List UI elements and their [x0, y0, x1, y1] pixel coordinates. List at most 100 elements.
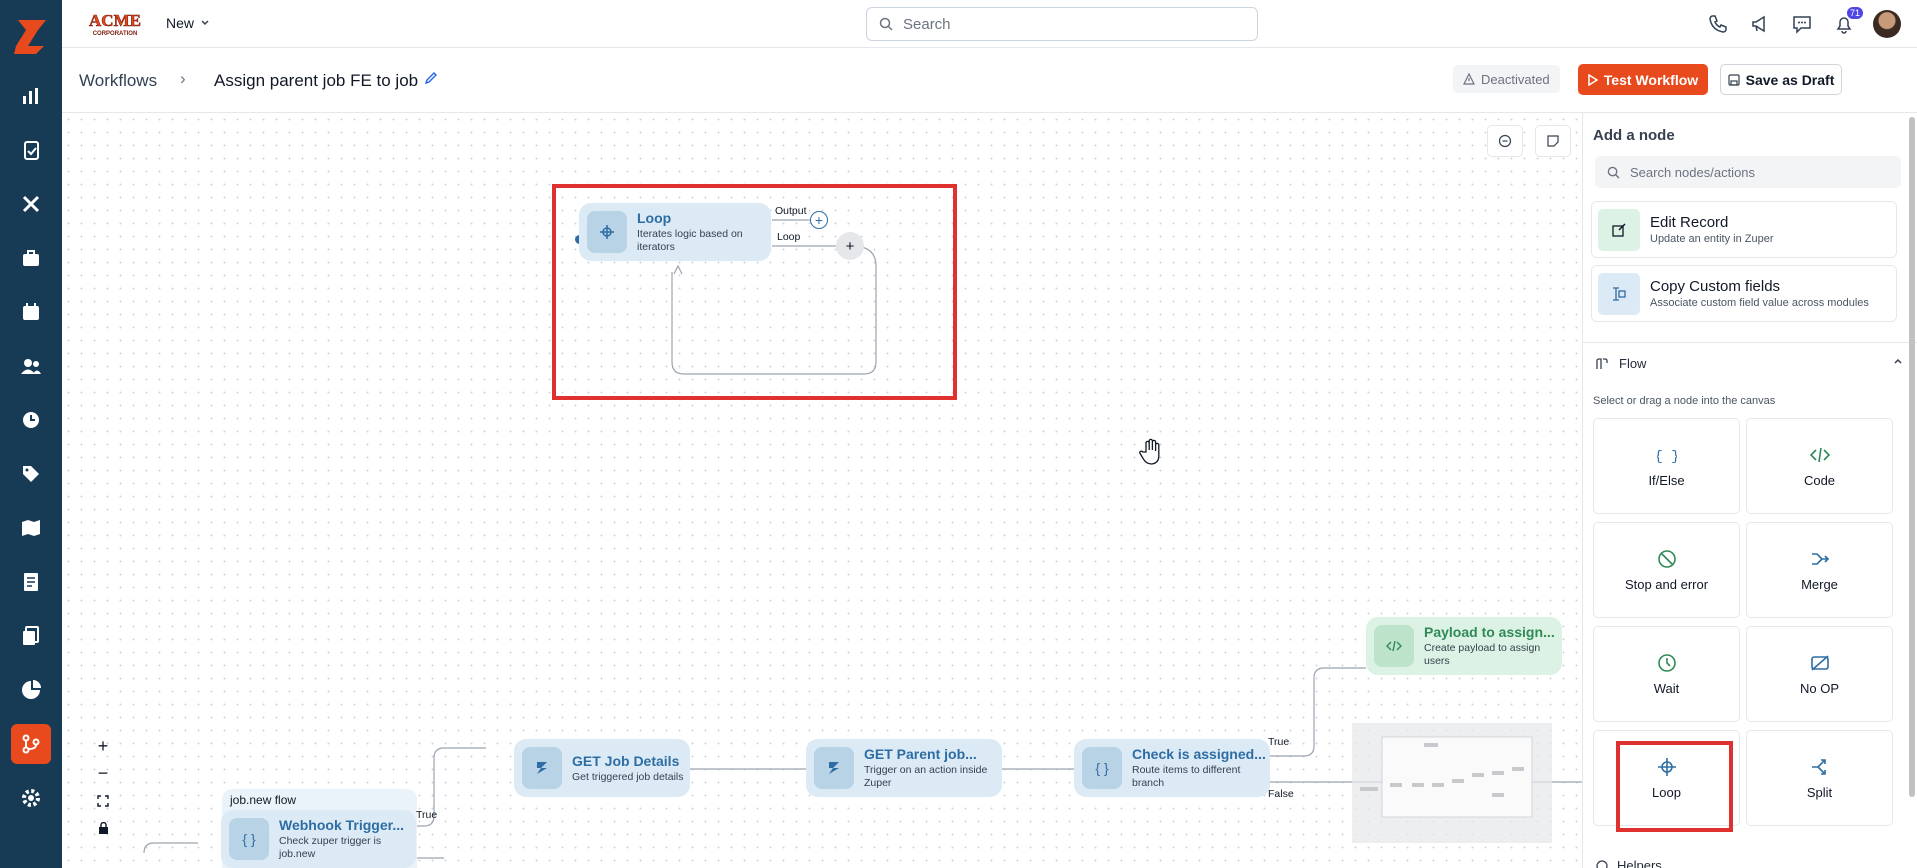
fit-view-icon[interactable] — [88, 787, 118, 814]
zuper-logo[interactable] — [12, 16, 50, 56]
global-search-input[interactable]: Search — [866, 7, 1258, 41]
workflow-canvas[interactable]: Loop Iterates logic based on iterators O… — [62, 113, 1582, 868]
flow-section-toggle[interactable]: Flow — [1595, 356, 1646, 371]
warning-icon — [1463, 73, 1475, 85]
node-search-input[interactable]: Search nodes/actions — [1595, 156, 1901, 188]
pencil-icon[interactable] — [424, 71, 438, 85]
no-op-icon — [1810, 654, 1829, 671]
briefcase-icon[interactable] — [11, 238, 51, 278]
tile-label: Wait — [1653, 680, 1680, 696]
panel-title: Add a node — [1593, 127, 1675, 144]
stop-icon — [1657, 549, 1676, 568]
payload-title: Payload to assign... — [1424, 624, 1555, 640]
tag-icon[interactable] — [11, 454, 51, 494]
panel-scrollbar[interactable] — [1909, 117, 1915, 797]
top-icons: 71 — [1705, 7, 1901, 38]
edge-label-false: False — [1268, 788, 1294, 800]
edge-label-true: True — [416, 809, 438, 821]
megaphone-icon[interactable] — [1747, 11, 1773, 37]
test-workflow-button[interactable]: Test Workflow — [1578, 64, 1708, 95]
chevron-right-icon: › — [180, 69, 186, 88]
chevron-up-icon[interactable] — [1893, 356, 1903, 366]
add-node-panel: Add a node Search nodes/actions Edit Rec… — [1582, 113, 1917, 868]
tools-icon[interactable] — [11, 184, 51, 224]
save-draft-label: Save as Draft — [1745, 71, 1835, 88]
users-icon[interactable] — [11, 346, 51, 386]
check-assigned-title: Check is assigned... — [1132, 746, 1266, 762]
new-menu[interactable]: New — [166, 15, 210, 31]
svg-text:ACME: ACME — [89, 11, 141, 30]
copy-custom-fields-title: Copy Custom fields — [1650, 278, 1781, 295]
get-parent-job-node[interactable]: GET Parent job... Trigger on an action i… — [806, 739, 1002, 797]
clear-canvas-button[interactable] — [1487, 125, 1523, 157]
settings-icon[interactable] — [11, 778, 51, 818]
check-assigned-node[interactable]: { } Check is assigned... Route items to … — [1074, 739, 1270, 797]
helpers-section-toggle[interactable]: Helpers — [1595, 858, 1662, 868]
tile-label: No OP — [1799, 680, 1839, 696]
zoom-in-icon[interactable]: + — [88, 733, 118, 760]
loop-node-title: Loop — [637, 210, 672, 226]
sticky-note-button[interactable] — [1535, 125, 1571, 157]
bell-icon[interactable]: 71 — [1831, 7, 1863, 37]
tile-merge[interactable]: Merge — [1746, 522, 1893, 618]
minimap[interactable] — [1352, 723, 1552, 843]
copy-custom-fields-desc: Associate custom field value across modu… — [1650, 297, 1869, 309]
acme-logo[interactable]: ACME CORPORATION — [84, 9, 146, 37]
flow-section-hint: Select or drag a node into the canvas — [1593, 395, 1776, 407]
clock-icon — [1657, 653, 1676, 672]
tile-label: Split — [1806, 784, 1833, 800]
clock-icon[interactable] — [11, 400, 51, 440]
hand-cursor-icon — [1139, 438, 1160, 465]
code-icon — [1809, 447, 1830, 462]
breadcrumb-workflows[interactable]: Workflows — [79, 71, 157, 91]
tile-label: Merge — [1801, 576, 1838, 592]
sticky-note-icon — [1547, 135, 1559, 147]
payload-node[interactable]: Payload to assign... Create payload to a… — [1366, 617, 1562, 675]
avatar[interactable] — [1873, 10, 1901, 38]
reports-icon[interactable] — [11, 670, 51, 710]
node-search-placeholder: Search nodes/actions — [1630, 164, 1756, 180]
workflow-icon[interactable] — [11, 724, 51, 764]
flow-icon — [1596, 357, 1608, 369]
tile-label: Stop and error — [1624, 576, 1709, 592]
phone-icon[interactable] — [1705, 11, 1731, 37]
search-icon — [1607, 166, 1620, 179]
lock-icon[interactable] — [88, 814, 118, 841]
copy-custom-fields-card[interactable]: Copy Custom fields Associate custom fiel… — [1591, 265, 1897, 322]
edit-record-card[interactable]: Edit Record Update an entity in Zuper — [1591, 201, 1897, 258]
chevron-down-icon — [201, 20, 209, 26]
tile-wait[interactable]: Wait — [1593, 626, 1740, 722]
map-icon[interactable] — [11, 508, 51, 548]
tile-code[interactable]: Code — [1746, 418, 1893, 514]
search-placeholder: Search — [903, 15, 951, 33]
zoom-out-icon[interactable]: − — [88, 760, 118, 787]
highlight-box — [1616, 741, 1733, 832]
code-icon — [1374, 625, 1414, 667]
merge-icon — [1811, 552, 1829, 565]
documents-icon[interactable] — [11, 616, 51, 656]
invoice-icon[interactable] — [11, 562, 51, 602]
webhook-trigger-node[interactable]: { } Webhook Trigger... Check zuper trigg… — [221, 810, 416, 868]
dashboard-icon[interactable] — [11, 76, 51, 116]
tile-split[interactable]: Split — [1746, 730, 1893, 826]
loop-node[interactable]: Loop Iterates logic based on iterators — [579, 203, 771, 261]
output-label: Output — [775, 205, 807, 217]
save-draft-button[interactable]: Save as Draft — [1720, 64, 1842, 95]
status-label: Deactivated — [1481, 71, 1550, 87]
edge-label-true: True — [1268, 736, 1290, 748]
tile-if-else[interactable]: { } If/Else — [1593, 418, 1740, 514]
tile-no-op[interactable]: No OP — [1746, 626, 1893, 722]
get-job-details-node[interactable]: GET Job Details Get triggered job detail… — [514, 739, 690, 797]
zoom-controls: + − — [88, 733, 118, 841]
get-parent-job-title: GET Parent job... — [864, 746, 977, 762]
chat-icon[interactable] — [1789, 11, 1815, 37]
braces-icon: { } — [1082, 747, 1122, 789]
webhook-trigger-title: Webhook Trigger... — [279, 817, 404, 833]
jobs-icon[interactable] — [11, 130, 51, 170]
tile-stop-and-error[interactable]: Stop and error — [1593, 522, 1740, 618]
calendar-icon[interactable] — [11, 292, 51, 332]
add-loop-icon[interactable]: + — [836, 232, 864, 260]
add-output-icon[interactable]: + — [810, 211, 828, 229]
flow-group-label: job.new flow — [230, 793, 297, 807]
payload-desc: Create payload to assign users — [1424, 642, 1541, 667]
